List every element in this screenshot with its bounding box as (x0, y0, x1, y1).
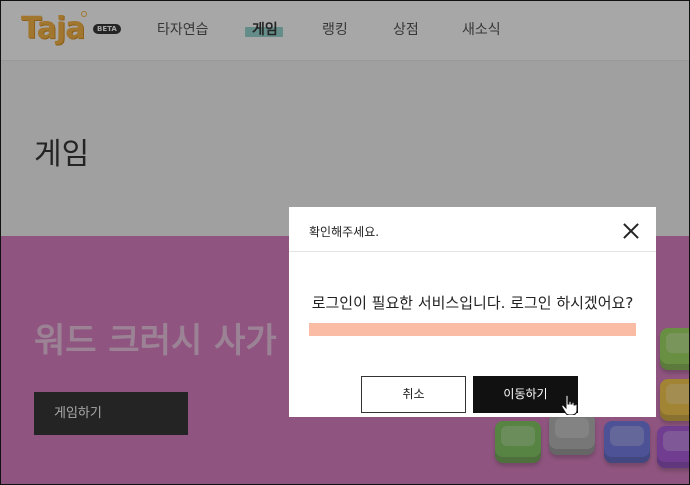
dialog-title: 확인해주세요. (309, 225, 380, 239)
hand-cursor-icon (561, 395, 577, 415)
browser-viewport: Taja BETA 타자연습 게임 랭킹 상점 새소식 게임 워드 크러시 사가… (0, 0, 690, 485)
message-highlight (309, 323, 636, 336)
close-icon[interactable] (623, 223, 639, 239)
dialog-header: 확인해주세요. (289, 207, 656, 252)
dialog-message: 로그인이 필요한 서비스입니다. 로그인 하시겠어요? (311, 294, 634, 312)
login-confirm-dialog: 확인해주세요. 로그인이 필요한 서비스입니다. 로그인 하시겠어요? 취소 이… (289, 207, 656, 417)
cancel-button[interactable]: 취소 (361, 376, 466, 413)
